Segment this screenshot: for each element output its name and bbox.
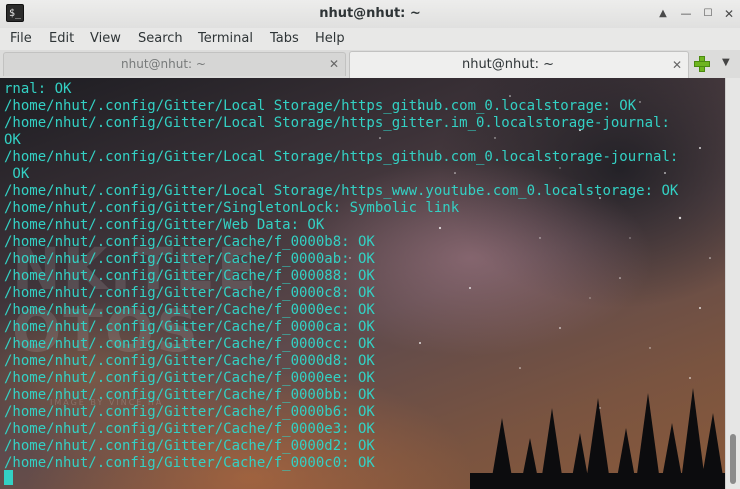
new-tab-plus-icon[interactable] — [692, 54, 712, 74]
menu-edit[interactable]: Edit — [49, 31, 74, 46]
terminal-line: /home/nhut/.config/Gitter/Local Storage/… — [4, 149, 679, 165]
menu-file[interactable]: File — [10, 31, 32, 46]
terminal-line: /home/nhut/.config/Gitter/Local Storage/… — [4, 115, 670, 131]
terminal-line: /home/nhut/.config/Gitter/Cache/f_0000b6… — [4, 404, 375, 420]
terminal-line: /home/nhut/.config/Gitter/Cache/f_0000bb… — [4, 387, 375, 403]
maximize-icon[interactable]: ☐ — [699, 5, 717, 23]
menu-bar: File Edit View Search Terminal Tabs Help — [0, 28, 740, 50]
terminal-text: rnal: OK /home/nhut/.config/Gitter/Local… — [4, 81, 678, 472]
minimize-icon[interactable]: — — [677, 5, 695, 23]
terminal-line: OK — [4, 166, 30, 182]
tab-list-chevron-down-icon[interactable]: ▼ — [722, 57, 730, 68]
tab-2[interactable]: nhut@nhut: ~ ✕ — [349, 51, 689, 78]
terminal-cursor — [4, 470, 13, 485]
menu-help[interactable]: Help — [315, 31, 345, 46]
terminal-line: /home/nhut/.config/Gitter/Cache/f_0000ec… — [4, 302, 375, 318]
terminal-line: /home/nhut/.config/Gitter/Local Storage/… — [4, 183, 679, 199]
terminal-line: /home/nhut/.config/Gitter/Cache/f_0000ee… — [4, 370, 375, 386]
terminal-line: /home/nhut/.config/Gitter/Cache/f_0000cc… — [4, 336, 375, 352]
shade-icon[interactable]: ▲ — [654, 5, 672, 23]
tab-bar: nhut@nhut: ~ ✕ nhut@nhut: ~ ✕ ▼ — [0, 50, 740, 79]
terminal-line: /home/nhut/.config/Gitter/Cache/f_0000d2… — [4, 438, 375, 454]
terminal-line: /home/nhut/.config/Gitter/Cache/f_0000d8… — [4, 353, 375, 369]
menu-tabs[interactable]: Tabs — [270, 31, 299, 46]
tab-label: nhut@nhut: ~ — [121, 57, 206, 71]
close-icon[interactable]: ✕ — [720, 5, 738, 23]
terminal-line: /home/nhut/.config/Gitter/Cache/f_0000c0… — [4, 455, 375, 471]
tab-1[interactable]: nhut@nhut: ~ ✕ — [3, 52, 346, 76]
window-title: nhut@nhut: ~ — [319, 6, 421, 21]
terminal-output-area[interactable]: NK.TEE OTOS IMAGE BY VINCE HA rnal: OK /… — [0, 78, 740, 489]
menu-view[interactable]: View — [90, 31, 121, 46]
terminal-window: $_ nhut@nhut: ~ ▲ — ☐ ✕ File Edit View S… — [0, 0, 740, 489]
terminal-line: /home/nhut/.config/Gitter/Web Data: OK — [4, 217, 325, 233]
menu-terminal[interactable]: Terminal — [198, 31, 253, 46]
terminal-line: /home/nhut/.config/Gitter/SingletonLock:… — [4, 200, 460, 216]
terminal-line: /home/nhut/.config/Gitter/Cache/f_0000b8… — [4, 234, 375, 250]
menu-search[interactable]: Search — [138, 31, 183, 46]
scrollbar-thumb[interactable] — [730, 434, 736, 484]
terminal-scrollbar[interactable] — [725, 78, 740, 489]
terminal-line: OK — [4, 132, 21, 148]
tab-label: nhut@nhut: ~ — [461, 57, 555, 72]
terminal-line: /home/nhut/.config/Gitter/Cache/f_0000ab… — [4, 251, 375, 267]
terminal-line: /home/nhut/.config/Gitter/Local Storage/… — [4, 98, 637, 114]
tab-close-icon[interactable]: ✕ — [672, 58, 682, 72]
terminal-line: /home/nhut/.config/Gitter/Cache/f_0000e3… — [4, 421, 375, 437]
terminal-line: rnal: OK — [4, 81, 72, 97]
tab-close-icon[interactable]: ✕ — [329, 57, 339, 71]
terminal-line: /home/nhut/.config/Gitter/Cache/f_0000ca… — [4, 319, 375, 335]
terminal-line: /home/nhut/.config/Gitter/Cache/f_000088… — [4, 268, 375, 284]
terminal-line: /home/nhut/.config/Gitter/Cache/f_0000c8… — [4, 285, 375, 301]
title-bar[interactable]: $_ nhut@nhut: ~ ▲ — ☐ ✕ — [0, 0, 740, 29]
